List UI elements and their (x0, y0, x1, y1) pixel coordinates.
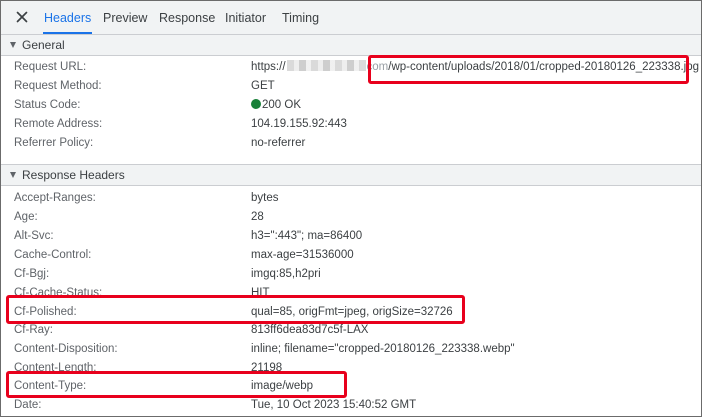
header-row: Remote Address: 104.19.155.92:443 (1, 115, 701, 134)
header-value[interactable]: max-age=31536000 (251, 246, 354, 265)
expand-triangle-icon (10, 42, 16, 48)
highlight-box-content-type (6, 371, 347, 398)
header-key: Cf-Bgj: (14, 268, 50, 280)
general-section-header[interactable]: General (1, 34, 701, 56)
status-code-value[interactable]: 200 OK (251, 96, 301, 115)
response-headers-section-header[interactable]: Response Headers (1, 164, 701, 186)
section-title: General (22, 38, 65, 52)
tab-initiator[interactable]: Initiator (225, 1, 266, 34)
header-value[interactable]: Tue, 10 Oct 2023 15:40:52 GMT (251, 396, 416, 415)
header-key: Referrer Policy: (14, 137, 94, 149)
tab-headers[interactable]: Headers (42, 1, 93, 34)
tab-bar: Headers Preview Response Initiator Timin… (1, 1, 701, 35)
header-value[interactable]: GET (251, 77, 275, 96)
header-value[interactable]: 28 (251, 208, 264, 227)
header-row: Accept-Ranges: bytes (1, 189, 701, 208)
header-key: Age: (14, 211, 38, 223)
header-key: Alt-Svc: (14, 230, 54, 242)
header-row: Age: 28 (1, 208, 701, 227)
close-icon[interactable] (15, 10, 29, 24)
header-value[interactable]: no-referrer (251, 134, 305, 153)
header-row: Cache-Control: max-age=31536000 (1, 246, 701, 265)
header-row: Referrer Policy: no-referrer (1, 134, 701, 153)
header-key: Request Method: (14, 80, 102, 92)
header-value[interactable]: inline; filename="cropped-20180126_22333… (251, 340, 515, 359)
header-row: Alt-Svc: h3=":443"; ma=86400 (1, 227, 701, 246)
devtools-network-panel: Headers Preview Response Initiator Timin… (0, 0, 702, 417)
header-value[interactable]: bytes (251, 189, 279, 208)
header-row: Content-Disposition: inline; filename="c… (1, 340, 701, 359)
header-key: Date: (14, 399, 42, 411)
header-value[interactable]: h3=":443"; ma=86400 (251, 227, 362, 246)
header-key: Accept-Ranges: (14, 192, 96, 204)
header-key: Remote Address: (14, 118, 103, 130)
expand-triangle-icon (10, 172, 16, 178)
redacted-host (286, 60, 366, 71)
status-text: 200 OK (262, 99, 301, 111)
url-prefix: https:// (251, 61, 286, 73)
header-key: Status Code: (14, 99, 81, 111)
tab-response[interactable]: Response (159, 1, 215, 34)
status-ok-icon (251, 99, 261, 109)
header-value[interactable]: 104.19.155.92:443 (251, 115, 347, 134)
header-row: Cf-Bgj: imgq:85,h2pri (1, 265, 701, 284)
highlight-box-cf-polished (6, 295, 465, 324)
header-key: Cache-Control: (14, 249, 92, 261)
header-key: Content-Disposition: (14, 343, 118, 355)
header-row: Date: Tue, 10 Oct 2023 15:40:52 GMT (1, 396, 701, 415)
header-value[interactable]: imgq:85,h2pri (251, 265, 321, 284)
header-key: Request URL: (14, 61, 87, 73)
header-row: Status Code: 200 OK (1, 96, 701, 115)
tab-timing[interactable]: Timing (282, 1, 319, 34)
section-title: Response Headers (22, 168, 125, 182)
tab-preview[interactable]: Preview (103, 1, 147, 34)
highlight-box-request-url (368, 55, 689, 84)
